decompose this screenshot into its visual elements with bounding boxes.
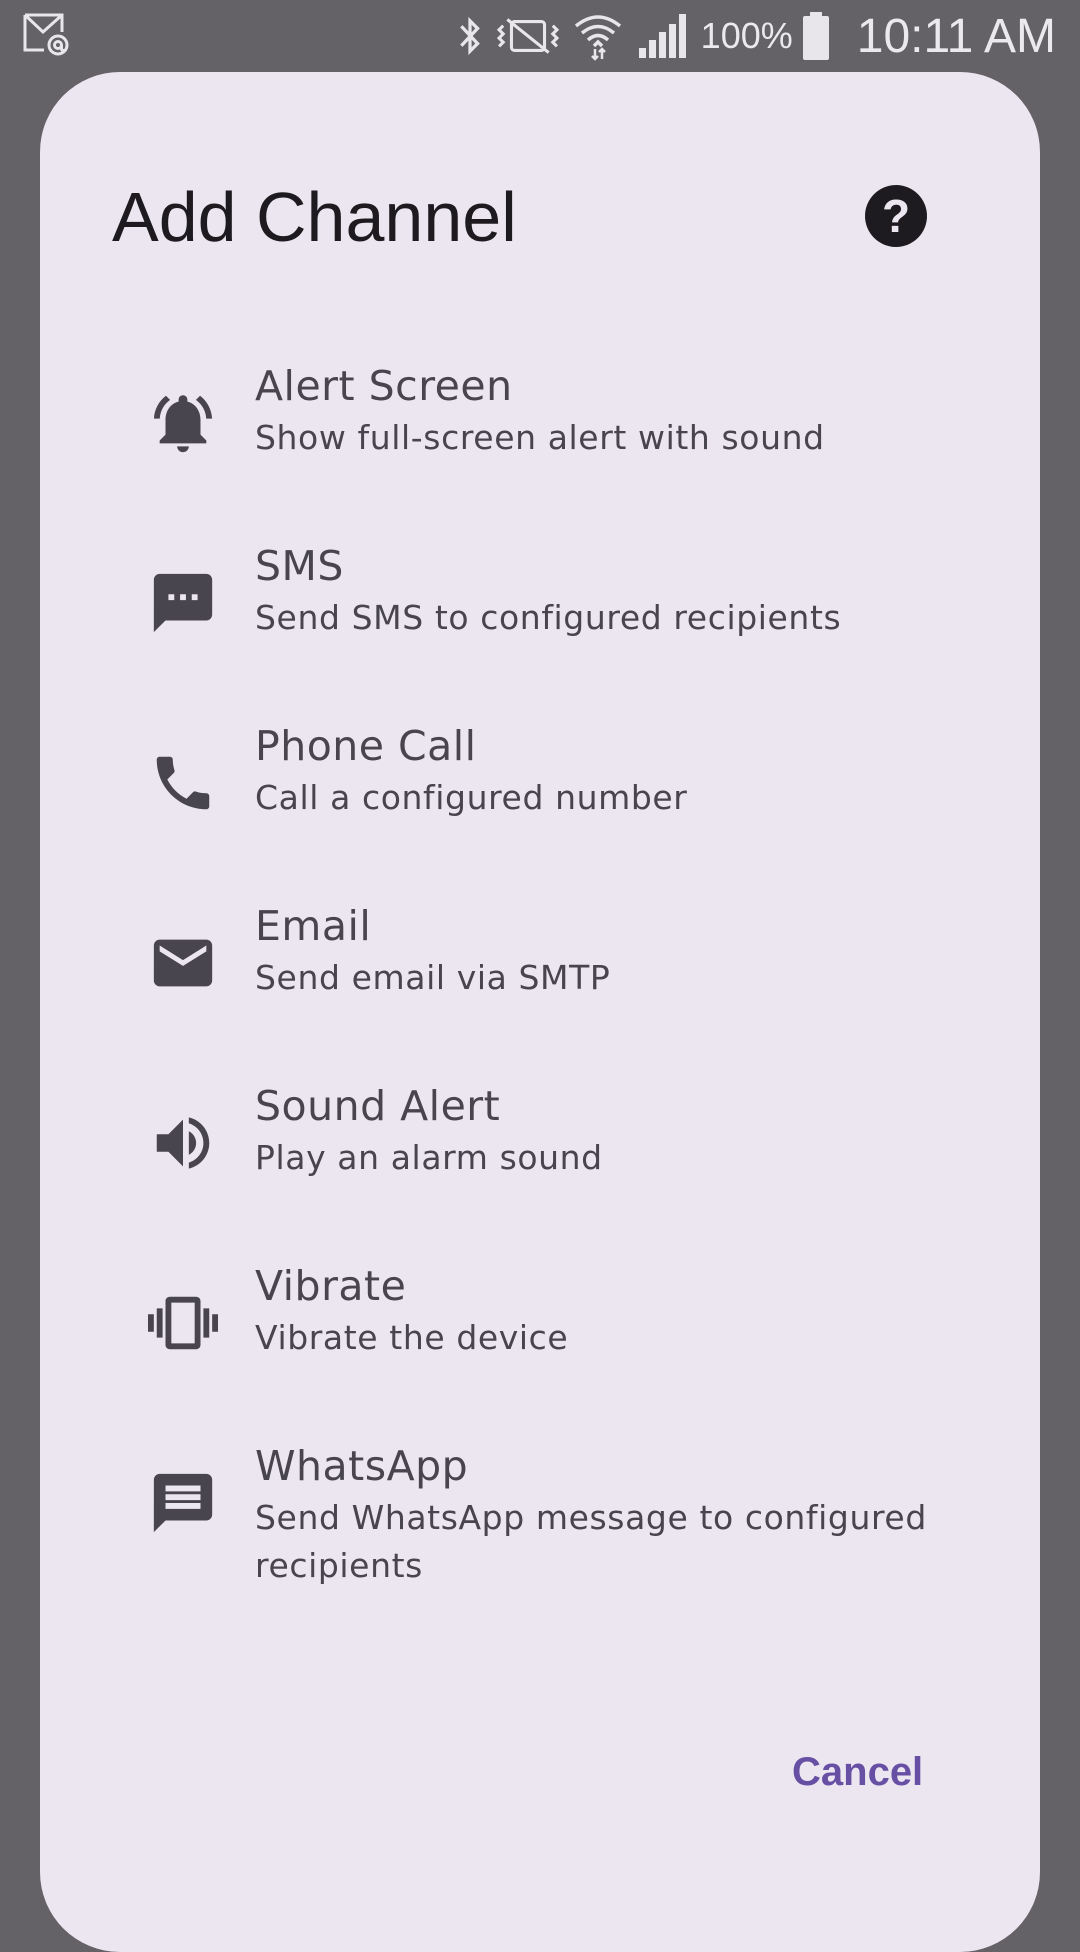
dialog-title: Add Channel [112, 178, 517, 256]
wifi-icon [573, 10, 623, 62]
message-icon [148, 1468, 218, 1538]
channel-item-whatsapp[interactable]: WhatsApp Send WhatsApp message to config… [100, 1438, 1000, 1618]
channel-subtitle: Call a configured number [255, 778, 688, 817]
channel-subtitle: Send SMS to configured recipients [255, 598, 842, 637]
channel-subtitle: Vibrate the device [255, 1318, 569, 1357]
notification-email-icon [22, 12, 74, 58]
channel-item-vibrate[interactable]: Vibrate Vibrate the device [100, 1258, 1000, 1438]
phone-icon [148, 748, 218, 818]
cancel-button[interactable]: Cancel [780, 1742, 935, 1803]
channel-title: SMS [255, 542, 344, 590]
channel-subtitle: Show full-screen alert with sound [255, 418, 825, 457]
battery-icon [801, 10, 831, 62]
bell-icon [148, 388, 218, 458]
bluetooth-icon [457, 10, 483, 62]
mute-vibrate-icon [496, 10, 559, 62]
channel-item-phone-call[interactable]: Phone Call Call a configured number [100, 718, 1000, 898]
status-bar: 100% 10:11 AM [0, 0, 1080, 72]
vibrate-icon [148, 1288, 218, 1358]
status-icons: 100% 10:11 AM [457, 6, 1056, 66]
clock: 10:11 AM [856, 9, 1056, 63]
battery-percent: 100% [700, 15, 793, 56]
sms-icon [148, 568, 218, 638]
channel-subtitle: Play an alarm sound [255, 1138, 603, 1177]
channel-title: Email [255, 902, 372, 950]
help-button[interactable]: ? [865, 185, 927, 247]
channel-title: Phone Call [255, 722, 477, 770]
speaker-icon [148, 1108, 218, 1178]
cell-signal-icon [637, 10, 687, 62]
channel-item-email[interactable]: Email Send email via SMTP [100, 898, 1000, 1078]
channel-title: Sound Alert [255, 1082, 501, 1130]
channel-subtitle: Send WhatsApp message to configured reci… [255, 1498, 927, 1585]
channel-list: Alert Screen Show full-screen alert with… [100, 358, 1000, 1668]
channel-item-sms[interactable]: SMS Send SMS to configured recipients [100, 538, 1000, 718]
email-icon [148, 928, 218, 998]
channel-item-sound-alert[interactable]: Sound Alert Play an alarm sound [100, 1078, 1000, 1258]
channel-title: WhatsApp [255, 1442, 469, 1490]
channel-subtitle: Send email via SMTP [255, 958, 611, 997]
channel-title: Alert Screen [255, 362, 513, 410]
channel-item-alert-screen[interactable]: Alert Screen Show full-screen alert with… [100, 358, 1000, 538]
add-channel-dialog: Add Channel ? Alert Screen Show full-scr… [40, 72, 1040, 1952]
channel-title: Vibrate [255, 1262, 407, 1310]
